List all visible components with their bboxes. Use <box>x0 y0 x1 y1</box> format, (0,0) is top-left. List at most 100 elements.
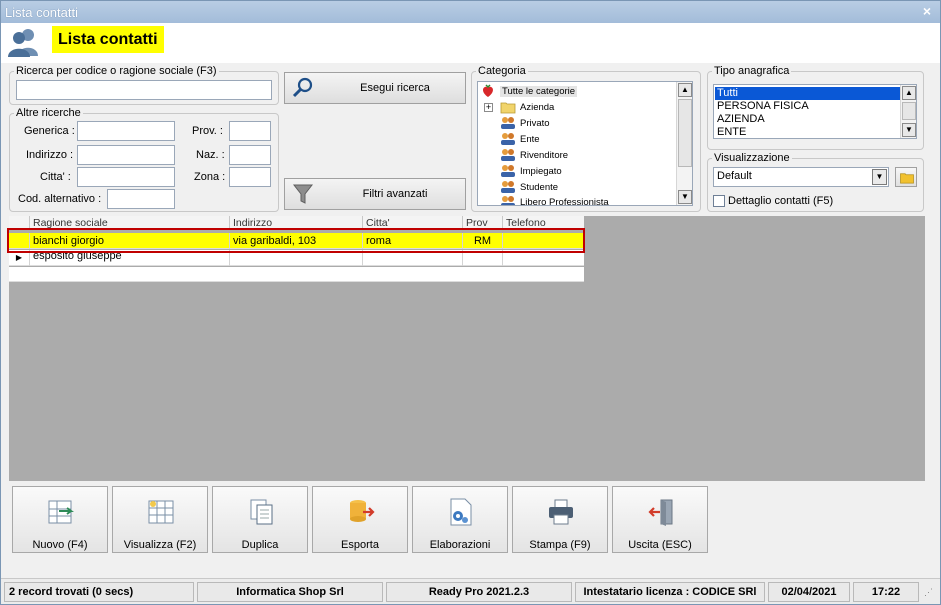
visualizza-button[interactable]: Visualizza (F2) <box>112 486 208 553</box>
duplica-button[interactable]: Duplica <box>212 486 308 553</box>
status-bar: 2 record trovati (0 secs) Informatica Sh… <box>1 578 940 604</box>
visualizza-label: Visualizza (F2) <box>123 539 197 551</box>
people-icon <box>501 196 515 205</box>
tipo-scrollbar[interactable]: ▲ ▼ <box>900 85 916 138</box>
scroll-up-icon[interactable]: ▲ <box>902 86 916 100</box>
page-header: Lista contatti <box>1 23 940 63</box>
category-item-label: Libero Professionista <box>520 196 609 206</box>
view-select[interactable]: Default ▼ <box>713 167 889 187</box>
tipo-item-tutti[interactable]: Tutti <box>715 87 901 100</box>
strawberry-icon <box>483 84 493 97</box>
people-icon <box>501 165 515 177</box>
zona-label: Zona : <box>194 171 226 183</box>
category-root[interactable]: Tutte le categorie <box>480 83 578 99</box>
search-input[interactable] <box>16 80 272 100</box>
uscita-label: Uscita (ESC) <box>628 539 692 551</box>
view-select-value: Default <box>717 170 752 182</box>
category-item-libero-professionista[interactable]: Libero Professionista <box>500 194 609 206</box>
exit-door-icon <box>648 499 673 526</box>
close-icon[interactable]: × <box>920 4 934 18</box>
category-item-ente[interactable]: Ente <box>500 131 540 147</box>
indirizzo-label: Indirizzo : <box>26 149 74 161</box>
magnifier-icon <box>292 77 313 98</box>
category-item-label: Privato <box>520 117 550 129</box>
advanced-filters-label: Filtri avanzati <box>362 188 428 200</box>
user-contacts-icon <box>8 29 38 57</box>
table-row-empty[interactable] <box>9 267 584 282</box>
tipo-item-azienda[interactable]: AZIENDA <box>715 113 901 126</box>
folder-icon <box>500 102 516 114</box>
stampa-label: Stampa (F9) <box>529 539 591 551</box>
tipo-item-persona-fisica[interactable]: PERSONA FISICA <box>715 100 901 113</box>
category-item-label: Azienda <box>520 101 555 113</box>
status-records: 2 record trovati (0 secs) <box>4 582 194 602</box>
category-legend: Categoria <box>478 65 526 77</box>
scroll-up-icon[interactable]: ▲ <box>678 83 692 97</box>
duplicate-icon <box>250 499 273 525</box>
scroll-down-icon[interactable]: ▼ <box>902 123 916 137</box>
view-record-icon <box>148 500 174 524</box>
dettaglio-label: Dettaglio contatti (F5) <box>728 195 834 207</box>
export-icon <box>350 500 375 522</box>
window-title: Lista contatti <box>5 5 78 20</box>
zona-input[interactable] <box>229 167 271 187</box>
prov-input[interactable] <box>229 121 271 141</box>
printer-icon <box>549 499 573 525</box>
view-legend: Visualizzazione <box>714 152 790 164</box>
category-item-azienda[interactable]: Azienda <box>500 99 554 115</box>
prov-label: Prov. : <box>192 125 223 137</box>
category-item-label: Rivenditore <box>520 149 569 161</box>
category-tree[interactable]: Tutte le categorie + Azienda Privato Ent… <box>477 81 693 206</box>
status-time: 17:22 <box>853 582 919 602</box>
advanced-filters-button[interactable]: Filtri avanzati <box>284 178 466 210</box>
scroll-thumb[interactable] <box>902 102 916 120</box>
naz-input[interactable] <box>229 145 271 165</box>
cod-alt-label: Cod. alternativo : <box>18 193 102 205</box>
search-group-legend: Ricerca per codice o ragione sociale (F3… <box>16 65 217 77</box>
elaborazioni-button[interactable]: Elaborazioni <box>412 486 508 553</box>
resize-grip-icon[interactable]: ⋰ <box>924 587 933 598</box>
results-grid-area: Ragione sociale Indirizzo Citta' Prov Te… <box>9 216 925 481</box>
tipo-legend: Tipo anagrafica <box>714 65 790 77</box>
search-button[interactable]: Esegui ricerca <box>284 72 466 104</box>
citta-input[interactable] <box>77 167 175 187</box>
scroll-thumb[interactable] <box>678 99 692 167</box>
category-scrollbar[interactable]: ▲ ▼ <box>676 82 692 205</box>
cod-alt-input[interactable] <box>107 189 175 209</box>
uscita-button[interactable]: Uscita (ESC) <box>612 486 708 553</box>
category-root-label: Tutte le categorie <box>500 85 578 97</box>
generica-input[interactable] <box>77 121 175 141</box>
page-title: Lista contatti <box>52 26 164 53</box>
status-license: Intestatario licenza : CODICE SRl <box>575 582 765 602</box>
new-record-icon <box>48 500 74 524</box>
stampa-button[interactable]: Stampa (F9) <box>512 486 608 553</box>
dettaglio-checkbox[interactable] <box>713 195 725 207</box>
category-item-rivenditore[interactable]: Rivenditore <box>500 147 568 163</box>
people-icon <box>501 149 515 161</box>
scroll-down-icon[interactable]: ▼ <box>678 190 692 204</box>
people-icon <box>501 181 515 193</box>
open-folder-button[interactable] <box>895 167 917 187</box>
status-version: Ready Pro 2021.2.3 <box>386 582 572 602</box>
indirizzo-input[interactable] <box>77 145 175 165</box>
category-item-label: Impiegato <box>520 165 562 177</box>
duplica-label: Duplica <box>241 539 279 551</box>
generica-label: Generica : <box>24 125 75 137</box>
gear-document-icon <box>450 498 472 526</box>
category-item-privato[interactable]: Privato <box>500 115 550 131</box>
search-button-label: Esegui ricerca <box>360 82 430 94</box>
citta-label: Citta' : <box>40 171 71 183</box>
category-item-impiegato[interactable]: Impiegato <box>500 163 562 179</box>
status-date: 02/04/2021 <box>768 582 850 602</box>
naz-label: Naz. : <box>196 149 225 161</box>
selected-row-outline <box>7 228 585 253</box>
tipo-listbox[interactable]: Tutti PERSONA FISICA AZIENDA ENTE ▲ ▼ <box>713 84 917 139</box>
tipo-item-ente[interactable]: ENTE <box>715 126 901 138</box>
expand-icon[interactable]: + <box>484 103 493 112</box>
nuovo-label: Nuovo (F4) <box>32 539 88 551</box>
funnel-icon <box>292 184 314 204</box>
nuovo-button[interactable]: Nuovo (F4) <box>12 486 108 553</box>
chevron-down-icon[interactable]: ▼ <box>872 169 887 185</box>
category-item-studente[interactable]: Studente <box>500 179 558 195</box>
esporta-button[interactable]: Esporta <box>312 486 408 553</box>
